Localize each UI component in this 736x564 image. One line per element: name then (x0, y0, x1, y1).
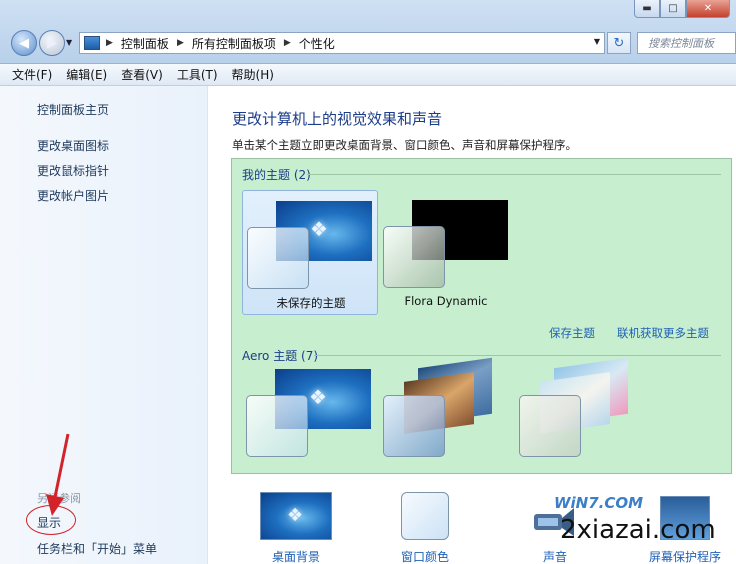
menu-help[interactable]: 帮助(H) (232, 66, 274, 83)
theme-name: Flora Dynamic (404, 294, 488, 308)
refresh-icon: ↻ (613, 35, 625, 51)
refresh-button[interactable]: ↻ (607, 32, 631, 54)
sounds-label[interactable]: 声音 (510, 548, 600, 564)
control-panel-icon (84, 36, 100, 50)
menu-edit[interactable]: 编辑(E) (66, 66, 107, 83)
desktop-background-setting[interactable]: ❖ 桌面背景 (251, 492, 341, 564)
sidebar-link-account-picture[interactable]: 更改帐户图片 (37, 187, 109, 204)
address-dropdown-icon[interactable]: ▼ (594, 37, 600, 46)
windows-logo-icon: ❖ (309, 385, 327, 409)
breadcrumb-control-panel[interactable]: 控制面板 (121, 35, 169, 52)
watermark-site: 2xiazai.com (560, 515, 716, 545)
theme-flora-dynamic[interactable]: Flora Dynamic (378, 190, 514, 315)
window-color-label[interactable]: 窗口颜色 (380, 548, 470, 564)
close-button[interactable]: ✕ (686, 0, 730, 18)
chevron-right-icon[interactable]: ▶ (284, 38, 291, 48)
window-color-setting[interactable]: 窗口颜色 (380, 492, 470, 564)
sidebar-link-desktop-icons[interactable]: 更改桌面图标 (37, 137, 109, 154)
theme-aero-architecture[interactable] (378, 357, 514, 473)
watermark-logo: WiN7.COM (554, 494, 644, 512)
window-color-swatch (519, 395, 581, 457)
window-color-swatch (247, 227, 309, 289)
theme-aero-nature[interactable] (514, 357, 650, 473)
forward-arrow-icon: ▶ (47, 35, 57, 51)
sidebar-home-link[interactable]: 控制面板主页 (37, 101, 109, 118)
my-themes-title: 我的主题 (2) (242, 168, 311, 182)
menu-view[interactable]: 查看(V) (121, 66, 163, 83)
desktop-background-label[interactable]: 桌面背景 (251, 548, 341, 564)
recent-pages-dropdown[interactable]: ▼ (66, 38, 72, 47)
sidebar: 控制面板主页 更改桌面图标 更改鼠标指针 更改帐户图片 另请参阅 显示 任务栏和… (0, 86, 208, 564)
theme-name: 未保存的主题 (276, 296, 346, 310)
title-bar: ▬ □ ✕ ◀ ▶ ▼ ▶ 控制面板 ▶ 所有控制面板项 ▶ 个性化 ▼ ↻ 搜… (0, 0, 736, 64)
search-input[interactable]: 搜索控制面板 (637, 32, 736, 54)
divider (307, 174, 721, 175)
aero-themes-title: Aero 主题 (7) (242, 349, 319, 363)
minimize-button[interactable]: ▬ (634, 0, 660, 18)
page-title: 更改计算机上的视觉效果和声音 (232, 110, 443, 128)
page-description: 单击某个主题立即更改桌面背景、窗口颜色、声音和屏幕保护程序。 (232, 138, 577, 152)
address-bar[interactable]: ▶ 控制面板 ▶ 所有控制面板项 ▶ 个性化 ▼ (79, 32, 605, 54)
desktop-background-thumbnail: ❖ (260, 492, 332, 540)
breadcrumb-all-items[interactable]: 所有控制面板项 (192, 35, 276, 52)
window-controls: ▬ □ ✕ (634, 0, 730, 18)
windows-logo-icon: ❖ (310, 217, 328, 241)
window-color-thumbnail (401, 492, 449, 540)
sidebar-link-taskbar-start-menu[interactable]: 任务栏和「开始」菜单 (37, 540, 157, 557)
menu-tools[interactable]: 工具(T) (177, 66, 218, 83)
window-color-swatch (383, 395, 445, 457)
screensaver-label[interactable]: 屏幕保护程序 (640, 548, 730, 564)
chevron-right-icon[interactable]: ▶ (106, 38, 113, 48)
sidebar-link-mouse-pointer[interactable]: 更改鼠标指针 (37, 162, 109, 179)
main-content: 更改计算机上的视觉效果和声音 单击某个主题立即更改桌面背景、窗口颜色、声音和屏幕… (208, 86, 736, 564)
theme-aero-windows7[interactable]: ❖ (242, 369, 378, 473)
get-more-themes-link[interactable]: 联机获取更多主题 (617, 325, 709, 341)
theme-list[interactable]: 我的主题 (2) ❖ 未保存的主题 Flora Dynamic 保存主题 联机获… (231, 158, 732, 474)
maximize-button[interactable]: □ (660, 0, 686, 18)
chevron-right-icon[interactable]: ▶ (177, 38, 184, 48)
back-arrow-icon: ◀ (19, 35, 29, 51)
theme-unsaved[interactable]: ❖ 未保存的主题 (242, 190, 378, 315)
window-color-swatch (383, 226, 445, 288)
windows-logo-icon: ❖ (287, 505, 304, 526)
save-theme-link[interactable]: 保存主题 (549, 325, 595, 341)
menu-file[interactable]: 文件(F) (12, 66, 52, 83)
menu-bar: 文件(F) 编辑(E) 查看(V) 工具(T) 帮助(H) (0, 64, 736, 86)
window-color-swatch (246, 395, 308, 457)
back-button[interactable]: ◀ (11, 30, 37, 56)
annotation-circle (26, 505, 76, 535)
forward-button[interactable]: ▶ (39, 30, 65, 56)
divider (314, 355, 721, 356)
breadcrumb-personalization[interactable]: 个性化 (299, 35, 335, 52)
